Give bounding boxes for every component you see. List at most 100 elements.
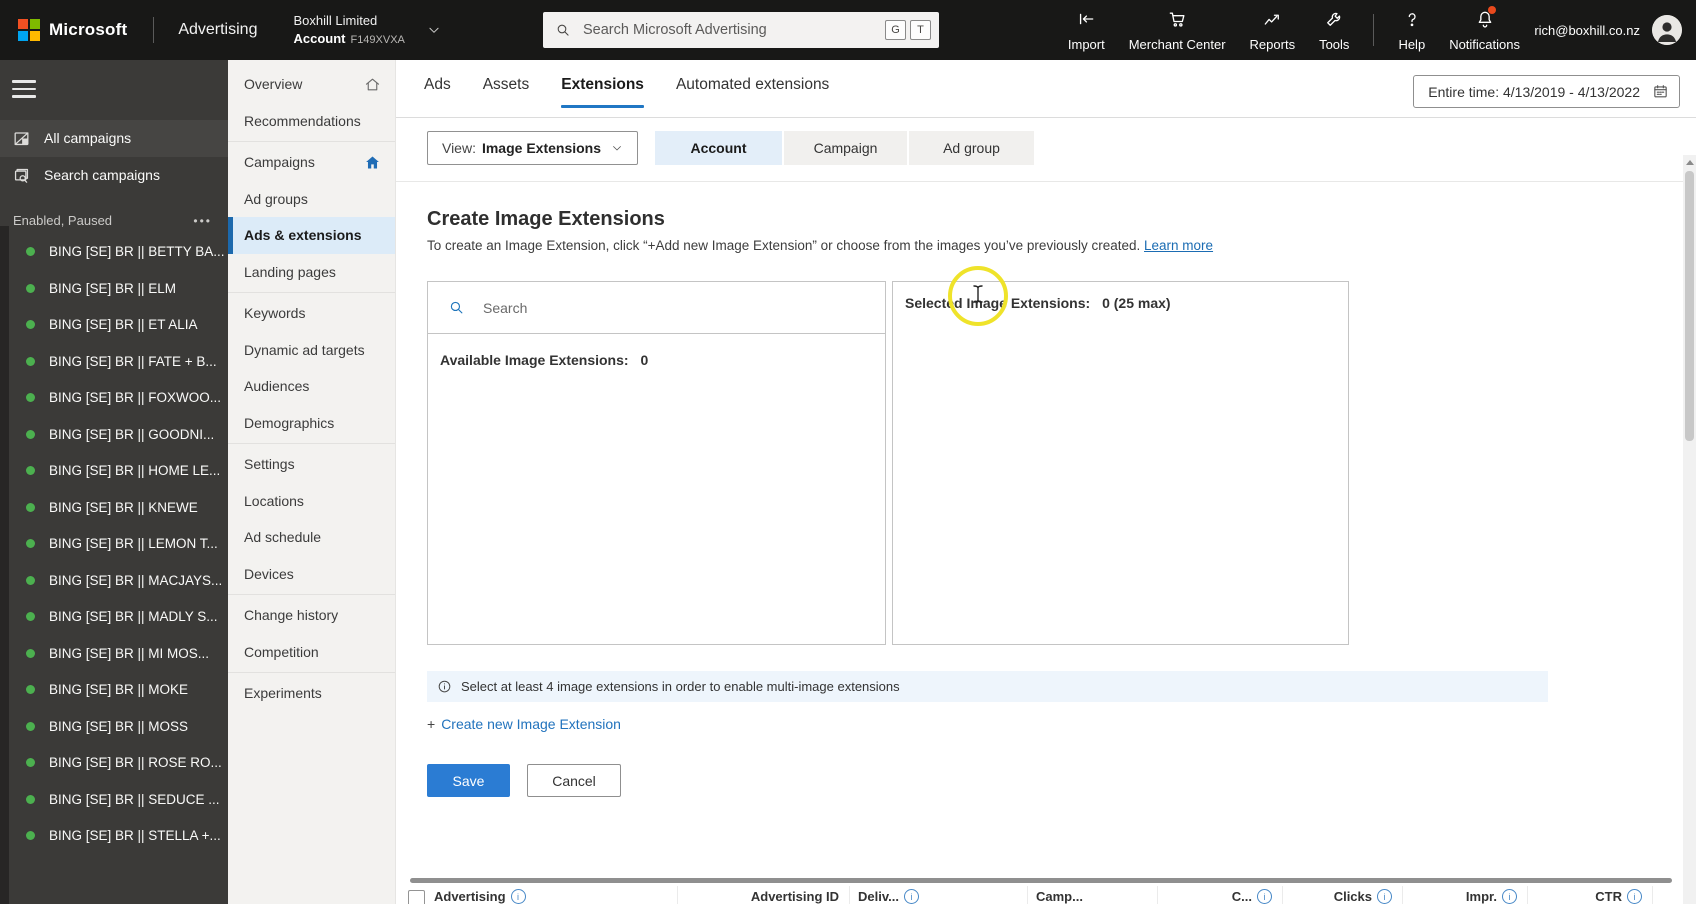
campaign-list-item[interactable]: BING [SE] BR || LEMON T... bbox=[0, 526, 228, 563]
campaign-list-item[interactable]: BING [SE] BR || FATE + B... bbox=[0, 343, 228, 380]
table-column-header[interactable]: Camp... bbox=[1028, 886, 1158, 904]
create-new-image-extension-link[interactable]: + Create new Image Extension bbox=[427, 716, 621, 732]
campaign-list-item[interactable]: BING [SE] BR || ET ALIA bbox=[0, 307, 228, 344]
sidebar-item-search-campaigns[interactable]: Search campaigns bbox=[0, 157, 228, 194]
nav-item-campaigns[interactable]: Campaigns bbox=[228, 144, 395, 181]
global-search[interactable]: GT bbox=[543, 12, 939, 48]
nav-item-locations[interactable]: Locations bbox=[228, 483, 395, 520]
nav-item-landing-pages[interactable]: Landing pages bbox=[228, 254, 395, 291]
campaign-name: BING [SE] BR || KNEWE bbox=[49, 499, 198, 515]
select-all-checkbox[interactable] bbox=[408, 890, 425, 904]
campaign-list-item[interactable]: BING [SE] BR || BETTY BA... bbox=[0, 234, 228, 271]
campaign-name: BING [SE] BR || ELM bbox=[49, 280, 177, 296]
page-title: Create Image Extensions bbox=[427, 208, 665, 230]
campaign-list-item[interactable]: BING [SE] BR || MOSS bbox=[0, 708, 228, 745]
table-column-header[interactable]: Deliv... i bbox=[850, 886, 1028, 904]
scroll-up-arrow-icon[interactable] bbox=[1683, 155, 1696, 169]
campaign-list-item[interactable]: BING [SE] BR || FOXWOO... bbox=[0, 380, 228, 417]
user-avatar[interactable] bbox=[1652, 15, 1682, 45]
column-info-icon[interactable]: i bbox=[1377, 889, 1392, 904]
nav-item-label: Locations bbox=[244, 492, 304, 509]
nav-item-label: Dynamic ad targets bbox=[244, 341, 365, 358]
tab-ads[interactable]: Ads bbox=[424, 76, 451, 108]
nav-item-dynamic-ad-targets[interactable]: Dynamic ad targets bbox=[228, 332, 395, 369]
nav-item-overview[interactable]: Overview bbox=[228, 66, 395, 103]
nav-item-demographics[interactable]: Demographics bbox=[228, 405, 395, 442]
topbar-nav-merchant-center[interactable]: Merchant Center bbox=[1129, 9, 1226, 52]
scope-tab-campaign[interactable]: Campaign bbox=[784, 131, 907, 165]
nav-item-devices[interactable]: Devices bbox=[228, 556, 395, 593]
topbar-nav-import[interactable]: Import bbox=[1068, 9, 1105, 52]
campaign-list-item[interactable]: BING [SE] BR || MADLY S... bbox=[0, 599, 228, 636]
campaign-name: BING [SE] BR || FATE + B... bbox=[49, 353, 217, 369]
tab-assets[interactable]: Assets bbox=[483, 76, 530, 108]
date-range-picker[interactable]: Entire time: 4/13/2019 - 4/13/2022 bbox=[1413, 75, 1680, 108]
column-info-icon[interactable]: i bbox=[1502, 889, 1517, 904]
view-dropdown[interactable]: View: Image Extensions bbox=[427, 131, 638, 165]
campaign-list-item[interactable]: BING [SE] BR || GOODNI... bbox=[0, 416, 228, 453]
column-info-icon[interactable]: i bbox=[1257, 889, 1272, 904]
column-info-icon[interactable]: i bbox=[903, 889, 919, 904]
tab-automated-extensions[interactable]: Automated extensions bbox=[676, 76, 829, 108]
nav-item-ad-schedule[interactable]: Ad schedule bbox=[228, 519, 395, 556]
campaign-list-item[interactable]: BING [SE] BR || SEDUCE ... bbox=[0, 781, 228, 818]
table-column-header[interactable]: Advertising ID bbox=[678, 886, 850, 904]
column-header-label: CTR bbox=[1595, 889, 1622, 904]
info-message: Select at least 4 image extensions in or… bbox=[461, 679, 900, 694]
table-column-header[interactable]: Advertising i bbox=[426, 886, 678, 904]
campaign-list-item[interactable]: BING [SE] BR || STELLA +... bbox=[0, 818, 228, 855]
vertical-scrollbar[interactable] bbox=[1683, 155, 1696, 904]
account-switcher[interactable]: Boxhill Limited Account F149XVXA bbox=[293, 13, 404, 46]
campaign-list-item[interactable]: BING [SE] BR || MACJAYS... bbox=[0, 562, 228, 599]
nav-group-divider bbox=[228, 141, 395, 142]
scope-tab-ad-group[interactable]: Ad group bbox=[909, 131, 1034, 165]
nav-item-ads-extensions[interactable]: Ads & extensions bbox=[228, 217, 395, 254]
extensions-search[interactable] bbox=[428, 282, 885, 334]
more-options-icon[interactable]: ••• bbox=[193, 214, 212, 228]
nav-item-settings[interactable]: Settings bbox=[228, 446, 395, 483]
table-column-header[interactable]: C... i bbox=[1158, 886, 1283, 904]
topbar-nav-notifications[interactable]: Notifications bbox=[1449, 5, 1520, 52]
horizontal-scrollbar[interactable] bbox=[410, 878, 1672, 883]
create-link-label[interactable]: Create new Image Extension bbox=[441, 716, 621, 732]
campaign-list-item[interactable]: BING [SE] BR || MOKE bbox=[0, 672, 228, 709]
save-button[interactable]: Save bbox=[427, 764, 510, 797]
column-info-icon[interactable]: i bbox=[1627, 889, 1642, 904]
campaign-list-item[interactable]: BING [SE] BR || HOME LE... bbox=[0, 453, 228, 490]
topbar-nav-help[interactable]: Help bbox=[1398, 9, 1425, 52]
campaign-list-item[interactable]: BING [SE] BR || KNEWE bbox=[0, 489, 228, 526]
campaign-list-item[interactable]: BING [SE] BR || ROSE RO... bbox=[0, 745, 228, 782]
nav-item-competition[interactable]: Competition bbox=[228, 634, 395, 671]
extensions-search-input[interactable] bbox=[481, 298, 873, 317]
table-column-header[interactable]: Clicks i bbox=[1283, 886, 1403, 904]
nav-item-experiments[interactable]: Experiments bbox=[228, 675, 395, 712]
nav-item-keywords[interactable]: Keywords bbox=[228, 295, 395, 332]
nav-item-audiences[interactable]: Audiences bbox=[228, 368, 395, 405]
nav-item-change-history[interactable]: Change history bbox=[228, 597, 395, 634]
status-enabled-dot bbox=[26, 539, 35, 549]
import-icon bbox=[1076, 9, 1096, 29]
campaign-filter-row[interactable]: Enabled, Paused ••• bbox=[0, 208, 228, 234]
chevron-down-icon[interactable] bbox=[427, 23, 441, 37]
topbar-nav-tools[interactable]: Tools bbox=[1319, 9, 1349, 52]
table-column-header[interactable]: Impr. i bbox=[1403, 886, 1528, 904]
scope-tab-account[interactable]: Account bbox=[655, 131, 782, 165]
status-enabled-dot bbox=[26, 831, 35, 841]
column-info-icon[interactable]: i bbox=[510, 889, 526, 904]
tab-extensions[interactable]: Extensions bbox=[561, 76, 644, 108]
campaign-list-item[interactable]: BING [SE] BR || ELM bbox=[0, 270, 228, 307]
global-search-input[interactable] bbox=[581, 21, 881, 39]
vertical-scrollbar-thumb[interactable] bbox=[1685, 171, 1694, 441]
campaign-list-item[interactable]: BING [SE] BR || MI MOS... bbox=[0, 635, 228, 672]
table-column-header[interactable]: CTR i bbox=[1528, 886, 1653, 904]
cancel-button[interactable]: Cancel bbox=[527, 764, 621, 797]
nav-item-recommendations[interactable]: Recommendations bbox=[228, 103, 395, 140]
microsoft-logo[interactable]: Microsoft bbox=[18, 19, 127, 41]
menu-hamburger-icon[interactable] bbox=[12, 80, 36, 98]
topbar-nav-reports[interactable]: Reports bbox=[1250, 9, 1295, 52]
merchant-center-icon bbox=[1167, 9, 1187, 29]
learn-more-link[interactable]: Learn more bbox=[1144, 238, 1213, 253]
campaign-name: BING [SE] BR || MOKE bbox=[49, 682, 189, 698]
sidebar-item-all-campaigns[interactable]: All campaigns bbox=[0, 119, 228, 157]
nav-item-ad-groups[interactable]: Ad groups bbox=[228, 181, 395, 218]
